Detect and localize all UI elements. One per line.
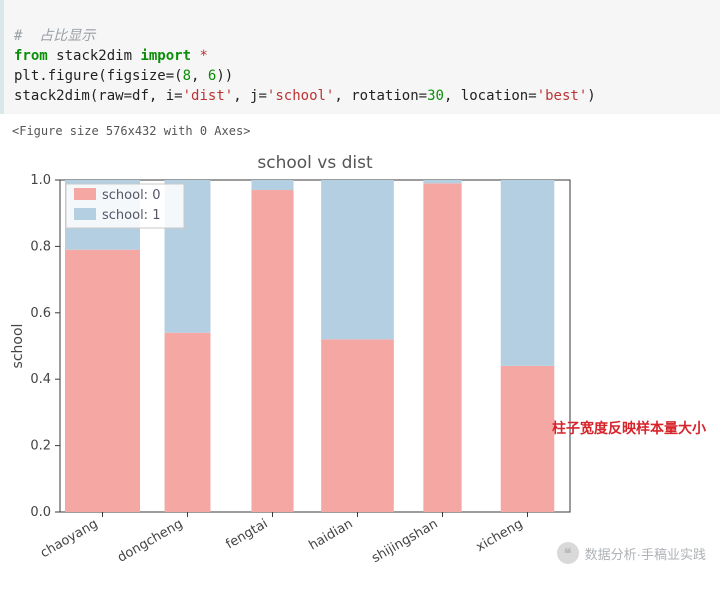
svg-text:1.0: 1.0	[30, 173, 51, 188]
bar-segment	[423, 183, 461, 512]
stacked-bar-chart: 0.0 0.2 0.4 0.6 0.8 1.0 school school vs dist ch…	[0, 142, 720, 572]
x-tick-label: chaoyang	[38, 516, 100, 561]
bar-segment	[501, 180, 555, 366]
svg-text:0.6: 0.6	[30, 306, 51, 321]
bar-segment	[321, 339, 394, 512]
svg-text:school vs dist: school vs dist	[257, 153, 373, 173]
wechat-icon: ❝	[557, 542, 579, 564]
bar-segment	[251, 180, 293, 190]
x-tick-label: xicheng	[474, 516, 526, 555]
code-cell: # 占比显示 from stack2dim import * plt.figur…	[0, 0, 720, 114]
x-tick-label: haidian	[307, 516, 356, 553]
svg-text:0.8: 0.8	[30, 239, 51, 254]
bar-segment	[165, 333, 211, 512]
bar-segment	[65, 250, 140, 512]
bar-segment	[501, 366, 555, 512]
bar-segment	[423, 180, 461, 183]
code-comment: # 占比显示	[14, 28, 95, 44]
svg-text:0.0: 0.0	[30, 505, 51, 520]
svg-text:0.4: 0.4	[30, 372, 51, 387]
svg-text:0.2: 0.2	[30, 439, 51, 454]
chart-container: 0.0 0.2 0.4 0.6 0.8 1.0 school school vs dist ch…	[0, 142, 720, 572]
watermark: ❝ 数据分析·手稿业实践	[557, 542, 706, 564]
bar-segment	[321, 180, 394, 339]
x-tick-label: shijingshan	[369, 516, 440, 566]
svg-text:school: school	[10, 324, 26, 369]
x-tick-label: fengtai	[223, 516, 270, 552]
x-tick-label: dongcheng	[115, 516, 185, 565]
chart-annotation: 柱子宽度反映样本量大小	[552, 418, 706, 438]
figure-repr: <Figure size 576x432 with 0 Axes>	[0, 114, 720, 142]
legend-label: school: 0	[102, 188, 160, 203]
legend-swatch	[74, 208, 96, 220]
legend-label: school: 1	[102, 208, 160, 223]
legend-swatch	[74, 188, 96, 200]
watermark-text: 数据分析·手稿业实践	[585, 544, 706, 563]
bar-segment	[251, 190, 293, 512]
